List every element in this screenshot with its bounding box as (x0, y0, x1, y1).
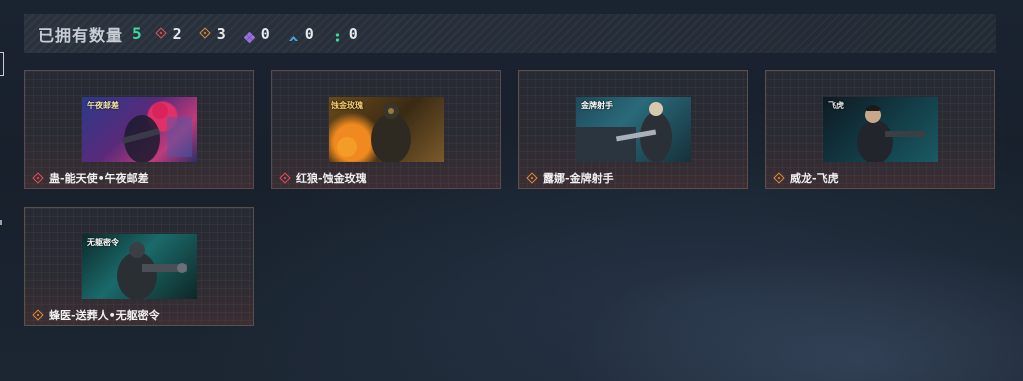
rarity-count-purple: 0 (243, 24, 270, 44)
thumbnail-title: 无躯密令 (87, 238, 119, 247)
skin-card[interactable]: 飞虎 威龙-飞虎 (765, 70, 995, 189)
orange-diamond-icon (773, 171, 785, 184)
orange-diamond-icon (526, 171, 538, 184)
purple-diamond-icon (243, 28, 256, 44)
skin-thumbnail: 午夜邮差 (82, 97, 197, 162)
rarity-count-value: 0 (260, 24, 270, 43)
blue-chevron-icon (288, 28, 299, 41)
skin-name: 蛊-能天使•午夜邮差 (49, 172, 149, 185)
rarity-count-orange: 3 (199, 24, 226, 43)
rarity-count-value: 0 (304, 24, 314, 43)
skin-thumbnail: 金牌射手 (576, 97, 691, 162)
skin-name: 红狼-蚀金玫瑰 (296, 172, 367, 185)
window-edge-tick (0, 220, 2, 225)
skin-card[interactable]: 蚀金玫瑰 红狼-蚀金玫瑰 (271, 70, 501, 189)
thumbnail-title: 午夜邮差 (87, 101, 119, 110)
rarity-count-value: 2 (172, 24, 182, 43)
skin-card[interactable]: 金牌射手 露娜-金牌射手 (518, 70, 748, 189)
owned-count-label: 已拥有数量 (38, 25, 124, 45)
rarity-count-value: 0 (348, 24, 358, 43)
owned-summary-bar: 已拥有数量 5 2 3 0 0 0 (24, 14, 996, 53)
skin-card[interactable]: 午夜邮差 蛊-能天使•午夜邮差 (24, 70, 254, 189)
skin-thumbnail: 蚀金玫瑰 (329, 97, 444, 162)
thumbnail-title: 蚀金玫瑰 (331, 101, 363, 110)
skin-name: 威龙-飞虎 (790, 172, 839, 185)
green-dots-icon (332, 28, 343, 42)
skin-name: 露娜-金牌射手 (543, 172, 614, 185)
thumbnail-title: 金牌射手 (581, 101, 613, 110)
red-diamond-icon (32, 171, 44, 184)
skin-card[interactable]: 无躯密令 蜂医-送葬人•无躯密令 (24, 207, 254, 326)
rarity-count-green: 0 (332, 25, 358, 43)
orange-diamond-icon (32, 308, 44, 321)
rarity-count-value: 3 (216, 24, 226, 43)
thumbnail-title: 飞虎 (828, 101, 844, 110)
skin-name: 蜂医-送葬人•无躯密令 (49, 309, 160, 322)
orange-diamond-icon (199, 27, 211, 39)
red-diamond-icon (279, 171, 291, 184)
rarity-count-red: 2 (154, 24, 182, 43)
red-diamond-icon (154, 27, 167, 39)
owned-count-total: 5 (132, 24, 142, 43)
window-edge-bracket (0, 52, 4, 76)
skin-thumbnail: 无躯密令 (82, 234, 197, 299)
skin-thumbnail: 飞虎 (823, 97, 938, 162)
rarity-count-blue: 0 (288, 25, 314, 43)
